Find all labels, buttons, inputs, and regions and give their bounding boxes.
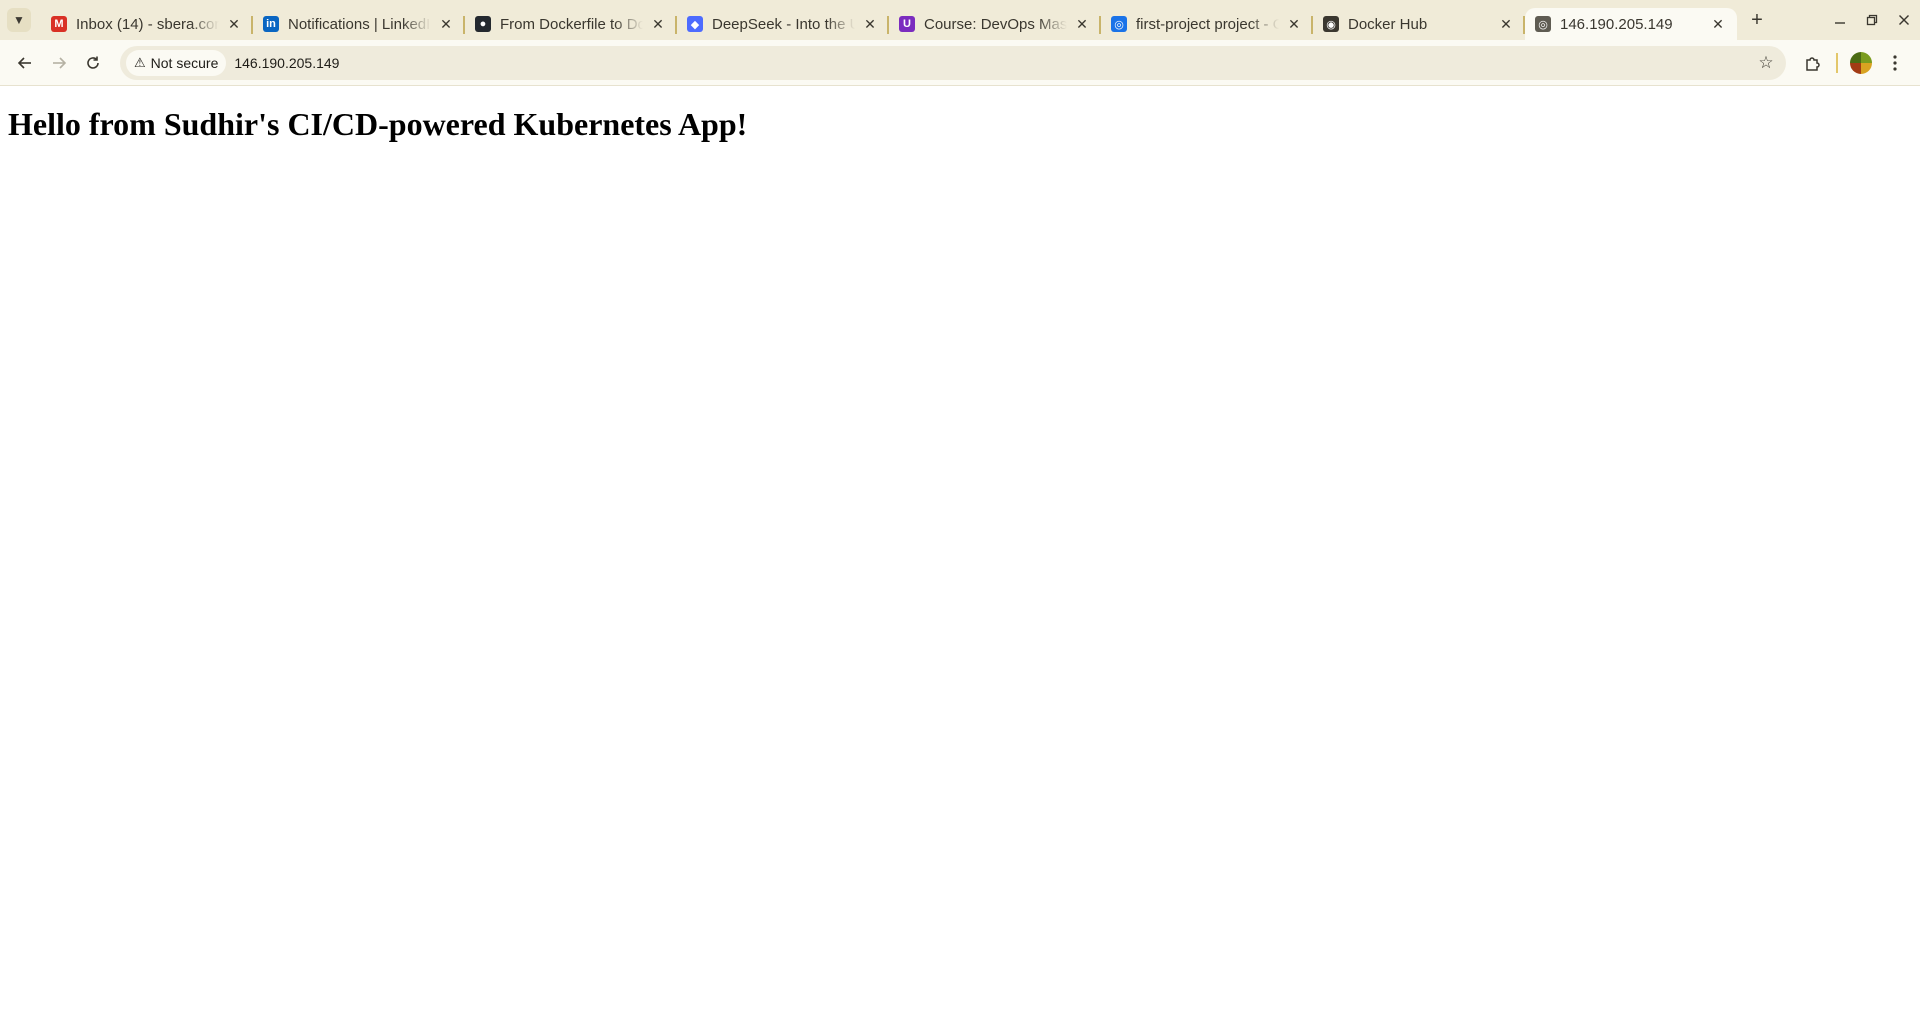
warning-icon: ⚠: [134, 54, 146, 70]
tab-7[interactable]: ◎ 146.190.205.149 ✕: [1525, 8, 1737, 40]
kebab-menu-icon: [1893, 54, 1897, 71]
close-window-button[interactable]: [1888, 0, 1920, 40]
url-text[interactable]: 146.190.205.149: [234, 55, 339, 71]
tab-title: Docker Hub: [1348, 15, 1428, 33]
restore-icon: [1866, 14, 1878, 26]
close-icon: [1899, 15, 1909, 25]
tab-title: 146.190.205.149: [1560, 15, 1673, 33]
close-tab-icon[interactable]: ✕: [1285, 15, 1303, 33]
chevron-down-icon: ▼: [13, 13, 25, 27]
tab-3[interactable]: ◆ DeepSeek - Into the Unknown ✕: [677, 8, 889, 40]
browser-window: ▼ M Inbox (14) - sbera.com ✕ in Notification…: [0, 0, 1920, 1012]
reload-icon: [87, 56, 99, 69]
linkedin-icon: in: [263, 16, 279, 32]
github-icon: ●: [475, 16, 491, 32]
arrow-right-icon: [53, 56, 67, 69]
plus-icon: +: [1751, 8, 1763, 31]
close-tab-icon[interactable]: ✕: [861, 15, 879, 33]
extensions-button[interactable]: [1796, 46, 1830, 80]
toolbar-divider: [1836, 52, 1838, 73]
tab-title: first-project project - Overview: [1136, 15, 1279, 33]
puzzle-icon: [1806, 56, 1820, 71]
tab-1[interactable]: in Notifications | LinkedIn ✕: [253, 8, 465, 40]
close-tab-icon[interactable]: ✕: [649, 15, 667, 33]
close-tab-icon[interactable]: ✕: [437, 15, 455, 33]
deepseek-icon: ◆: [687, 16, 703, 32]
project-icon: ◎: [1111, 16, 1127, 32]
star-icon: ☆: [1758, 52, 1774, 72]
course-icon: U: [899, 16, 915, 32]
new-tab-button[interactable]: +: [1743, 6, 1771, 34]
close-tab-icon[interactable]: ✕: [225, 15, 243, 33]
profile-button[interactable]: [1844, 46, 1878, 80]
avatar: [1850, 51, 1872, 74]
arrow-left-icon: [17, 56, 31, 69]
toolbar: ⚠ Not secure 146.190.205.149 ☆: [0, 40, 1920, 86]
tab-title: DeepSeek - Into the Unknown: [712, 15, 855, 33]
tab-title: Inbox (14) - sbera.com: [76, 15, 219, 33]
address-bar[interactable]: ⚠ Not secure 146.190.205.149 ☆: [120, 45, 1786, 80]
reload-button[interactable]: [76, 46, 110, 80]
tab-title: Notifications | LinkedIn: [288, 15, 431, 33]
tab-0[interactable]: M Inbox (14) - sbera.com ✕: [41, 8, 253, 40]
bookmark-star-button[interactable]: ☆: [1756, 53, 1776, 73]
tab-strip: ▼ M Inbox (14) - sbera.com ✕ in Notification…: [0, 0, 1920, 40]
toolbar-right: [1796, 46, 1912, 80]
security-label: Not secure: [150, 54, 219, 71]
minimize-button[interactable]: [1824, 0, 1856, 40]
close-tab-icon[interactable]: ✕: [1073, 15, 1091, 33]
tab-search-button[interactable]: ▼: [7, 8, 31, 32]
tab-title: Course: DevOps Mastery: [924, 15, 1067, 33]
globe-icon: ◎: [1535, 16, 1551, 32]
security-indicator[interactable]: ⚠ Not secure: [126, 49, 227, 76]
page-content: Hello from Sudhir's CI/CD-powered Kubern…: [0, 86, 1920, 1012]
tab-6[interactable]: ◉ Docker Hub ✕: [1313, 8, 1525, 40]
tab-list: M Inbox (14) - sbera.com ✕ in Notifications …: [41, 0, 1737, 40]
page-heading: Hello from Sudhir's CI/CD-powered Kubern…: [8, 106, 748, 142]
forward-button[interactable]: [42, 46, 76, 80]
tab-4[interactable]: U Course: DevOps Mastery ✕: [889, 8, 1101, 40]
menu-button[interactable]: [1878, 46, 1912, 80]
window-controls: [1824, 0, 1920, 40]
tab-5[interactable]: ◎ first-project project - Overview ✕: [1101, 8, 1313, 40]
docker-hub-icon: ◉: [1323, 16, 1339, 32]
gmail-icon: M: [51, 16, 67, 32]
minimize-icon: [1835, 22, 1845, 24]
close-tab-icon[interactable]: ✕: [1709, 15, 1727, 33]
tab-2[interactable]: ● From Dockerfile to Docker Hub ✕: [465, 8, 677, 40]
back-button[interactable]: [8, 46, 42, 80]
restore-button[interactable]: [1856, 0, 1888, 40]
tab-title: From Dockerfile to Docker Hub: [500, 15, 643, 33]
close-tab-icon[interactable]: ✕: [1497, 15, 1515, 33]
